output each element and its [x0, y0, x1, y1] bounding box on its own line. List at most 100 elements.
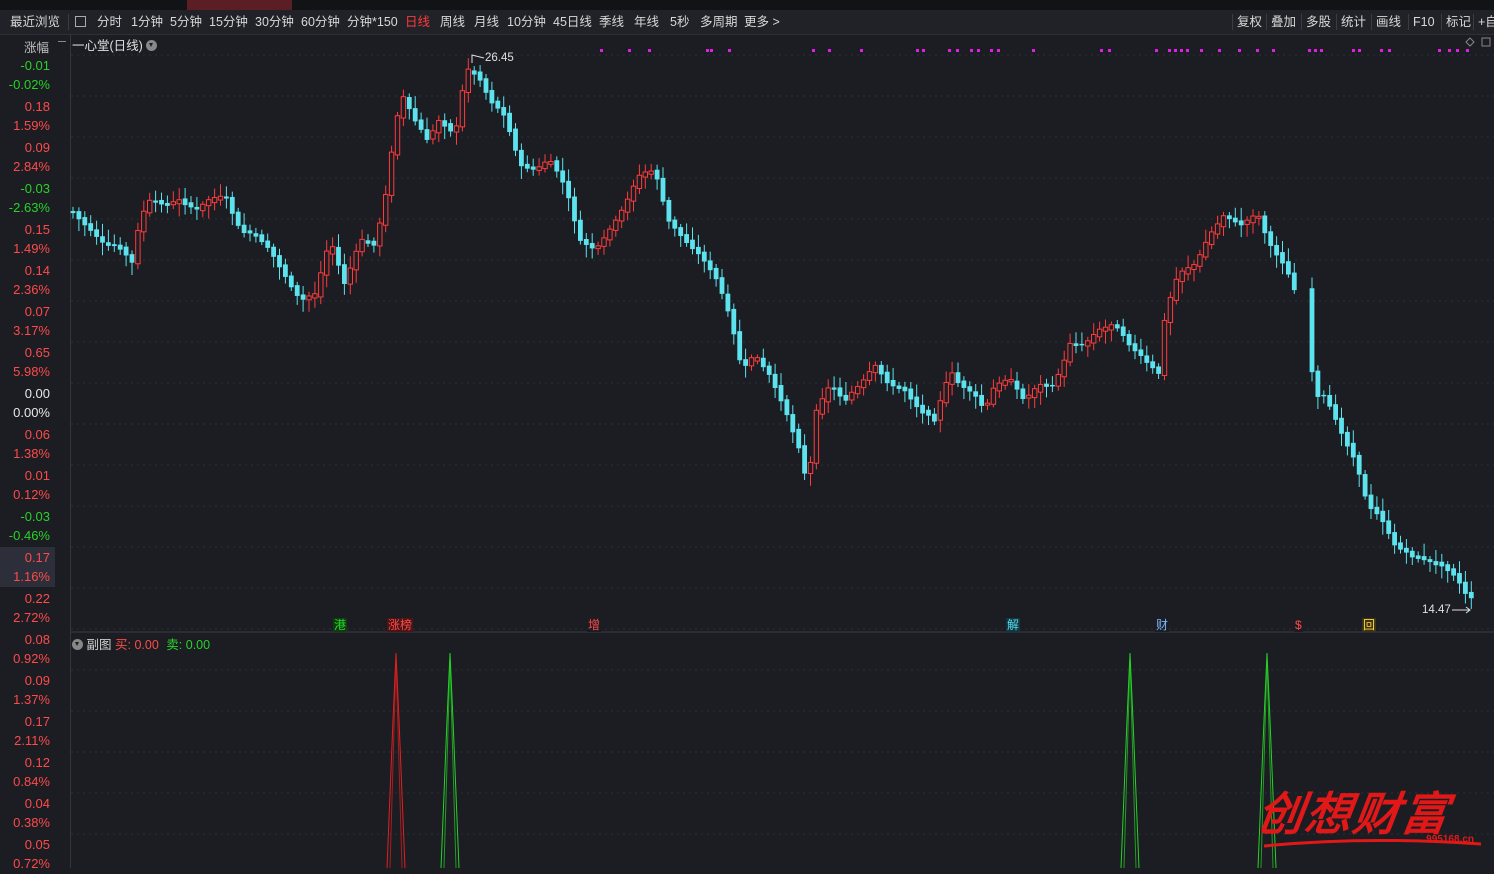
signal-dot: [1200, 49, 1203, 52]
candle-body: [383, 193, 389, 226]
candle-body: [217, 195, 224, 201]
kline-chart[interactable]: [0, 0, 1494, 868]
candle-body: [200, 203, 206, 212]
candle-body: [153, 200, 158, 203]
candle-body: [247, 230, 253, 234]
candle-body: [536, 166, 542, 171]
event-tag[interactable]: 涨榜: [387, 618, 414, 632]
signal-dot: [916, 49, 919, 52]
candle-body: [1327, 394, 1333, 407]
candle-body: [1345, 431, 1350, 447]
candle-body: [111, 244, 117, 247]
candle-body: [967, 386, 973, 392]
candle-body: [88, 223, 94, 231]
candle-body: [731, 308, 737, 335]
candle-body: [973, 391, 979, 397]
candle-body: [866, 371, 873, 381]
candle-body: [1362, 474, 1368, 497]
candle-body: [961, 380, 967, 388]
candle-body: [206, 199, 212, 207]
event-tag[interactable]: 解: [1006, 618, 1021, 632]
candle-body: [1191, 264, 1197, 271]
candle-body: [996, 382, 1002, 392]
candle-body: [849, 391, 855, 401]
signal-dot: [977, 49, 980, 52]
candle-body: [489, 90, 495, 104]
diamond-icon: [1465, 37, 1475, 47]
event-tag[interactable]: 回: [1362, 618, 1377, 632]
sell-signal-spike: [440, 652, 460, 868]
signal-dot: [1256, 49, 1259, 52]
candle-body: [908, 388, 914, 400]
sub-panel-header: 副图 买: 0.00 卖: 0.00: [72, 634, 210, 653]
event-tag[interactable]: 增: [587, 618, 602, 632]
candle-body: [336, 246, 341, 266]
candle-body: [1227, 215, 1232, 220]
candle-body: [802, 445, 807, 474]
candle-body: [701, 251, 707, 262]
candle-body: [100, 236, 105, 243]
candle-body: [754, 357, 761, 362]
candle-body: [1185, 267, 1191, 275]
candle-body: [165, 202, 170, 206]
candle-body: [1356, 454, 1362, 475]
candle-body: [1468, 591, 1474, 599]
signal-dot: [1168, 49, 1171, 52]
buy-signal-spike: [389, 659, 403, 868]
candle-body: [412, 108, 418, 122]
candle-body: [1409, 550, 1415, 558]
candle-body: [837, 387, 843, 397]
candle-body: [501, 107, 507, 116]
candle-body: [624, 198, 631, 213]
candle-body: [748, 357, 755, 367]
candle-body: [1167, 296, 1174, 323]
candle-body: [265, 240, 271, 248]
candle-body: [1091, 333, 1097, 344]
event-tag[interactable]: 港: [333, 618, 348, 632]
candle-body: [424, 129, 430, 140]
candle-body: [430, 130, 436, 140]
candle-body: [483, 78, 489, 93]
candle-body: [890, 380, 896, 387]
candle-body: [696, 246, 701, 255]
candle-body: [176, 199, 182, 205]
candle-body: [943, 381, 949, 404]
candle-body: [1197, 254, 1203, 267]
event-tag[interactable]: $: [1294, 618, 1303, 632]
candle-body: [147, 199, 153, 214]
chevron-down-icon[interactable]: [146, 40, 158, 51]
candle-body: [902, 386, 908, 392]
candle-body: [76, 211, 82, 220]
candle-body: [82, 217, 88, 226]
candle-body: [1203, 241, 1209, 258]
signal-dot: [997, 49, 1000, 52]
candle-body: [129, 254, 135, 263]
candle-body: [436, 120, 442, 134]
candle-body: [1439, 561, 1445, 567]
candle-body: [1002, 379, 1008, 386]
candle-body: [601, 237, 607, 247]
candle-body: [1315, 370, 1321, 397]
main-panel-header: 一心堂(日线): [72, 35, 158, 54]
candle-body: [353, 250, 359, 271]
signal-dot: [860, 49, 863, 52]
candle-body: [1232, 217, 1238, 223]
candle-body: [283, 264, 288, 277]
candle-body: [937, 400, 943, 421]
candle-body: [636, 174, 643, 190]
candle-body: [1044, 383, 1049, 387]
chevron-down-icon[interactable]: [72, 639, 83, 650]
candle-body: [819, 398, 825, 415]
candle-body: [1014, 380, 1020, 390]
candle-body: [578, 219, 583, 241]
candle-body: [1173, 278, 1179, 301]
candle-body: [831, 387, 837, 390]
event-tag[interactable]: 财: [1155, 618, 1170, 632]
candle-body: [1085, 340, 1091, 347]
candle-body: [737, 331, 743, 361]
candle-body: [784, 399, 790, 416]
signal-dot: [1456, 49, 1459, 52]
candle-body: [760, 357, 766, 368]
candle-body: [1433, 561, 1439, 566]
candle-body: [1144, 355, 1150, 363]
